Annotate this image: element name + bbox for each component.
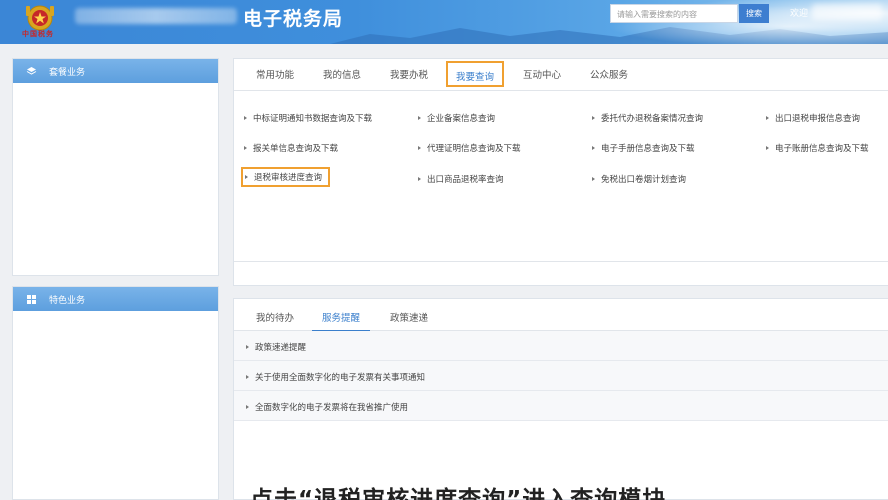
tab-policy-express[interactable]: 政策速递 (390, 310, 428, 324)
tab-public-services[interactable]: 公众服务 (590, 67, 628, 81)
special-business-title: 特色业务 (49, 295, 86, 306)
search-input[interactable]: 请输入需要搜索的内容 (610, 4, 738, 23)
search-button[interactable]: 搜索 (739, 4, 769, 23)
top-banner: 中国税务 电子税务局 请输入需要搜索的内容 搜索 欢迎 (0, 0, 888, 44)
link-refund-audit-progress-query[interactable]: 退税审核进度查询 (241, 167, 331, 187)
special-business-panel: 特色业务 (12, 286, 219, 500)
notice-item[interactable]: 全面数字化的电子发票将在我省推广使用 (234, 391, 888, 421)
brand-subtitle: 中国税务 (22, 29, 54, 38)
panel-divider (234, 261, 888, 262)
blurred-province-name (75, 8, 237, 24)
special-business-header[interactable]: 特色业务 (13, 287, 218, 311)
link-duty-free-tobacco-plan-query[interactable]: 免税出口卷烟计划查询 (592, 173, 686, 185)
link-bid-notice-query[interactable]: 中标证明通知书数据查询及下载 (244, 112, 372, 124)
instruction-caption: 点击“退税审核进度查询”进入查询模块 (250, 487, 667, 500)
link-agency-certificate-query[interactable]: 代理证明信息查询及下载 (418, 142, 521, 154)
site-title: 电子税务局 (243, 8, 344, 30)
tab-my-info[interactable]: 我的信息 (323, 67, 361, 81)
grid-icon (27, 294, 36, 304)
notice-item[interactable]: 关于使用全面数字化的电子发票有关事项通知 (234, 361, 888, 391)
tab-query[interactable]: 我要查询 (446, 61, 505, 87)
tab-interaction-center[interactable]: 互动中心 (523, 67, 561, 81)
link-e-account-book-query[interactable]: 电子账册信息查询及下载 (766, 142, 869, 154)
tab-common-functions[interactable]: 常用功能 (256, 67, 294, 81)
blurred-user-info (812, 4, 882, 20)
user-link[interactable]: 欢迎 (790, 6, 808, 19)
main-tab-bar: 常用功能 我的信息 我要办税 我要查询 互动中心 公众服务 (234, 59, 888, 91)
notice-item[interactable]: 政策速递提醒 (234, 331, 888, 361)
layers-icon (26, 66, 37, 75)
link-export-refund-declaration-query[interactable]: 出口退税申报信息查询 (766, 112, 860, 124)
tab-my-todo[interactable]: 我的待办 (256, 310, 294, 324)
link-enterprise-filing-query[interactable]: 企业备案信息查询 (418, 112, 495, 124)
main-function-panel: 常用功能 我的信息 我要办税 我要查询 互动中心 公众服务 中标证明通知书数据查… (233, 58, 888, 286)
notice-tab-bar: 我的待办 服务提醒 政策速递 (234, 299, 888, 332)
package-business-header[interactable]: 套餐业务 (13, 59, 218, 83)
tab-service-reminder[interactable]: 服务提醒 (312, 310, 371, 332)
link-customs-declaration-query[interactable]: 报关单信息查询及下载 (244, 142, 338, 154)
tab-tax-handling[interactable]: 我要办税 (390, 67, 428, 81)
notice-panel: 我的待办 服务提醒 政策速递 政策速递提醒 关于使用全面数字化的电子发票有关事项… (233, 298, 888, 500)
link-e-manual-query[interactable]: 电子手册信息查询及下载 (592, 142, 695, 154)
package-business-panel: 套餐业务 (12, 58, 219, 276)
package-business-title: 套餐业务 (49, 67, 86, 78)
link-export-goods-refund-rate-query[interactable]: 出口商品退税率查询 (418, 173, 504, 185)
link-agent-refund-filing-query[interactable]: 委托代办退税备案情况查询 (592, 112, 703, 124)
